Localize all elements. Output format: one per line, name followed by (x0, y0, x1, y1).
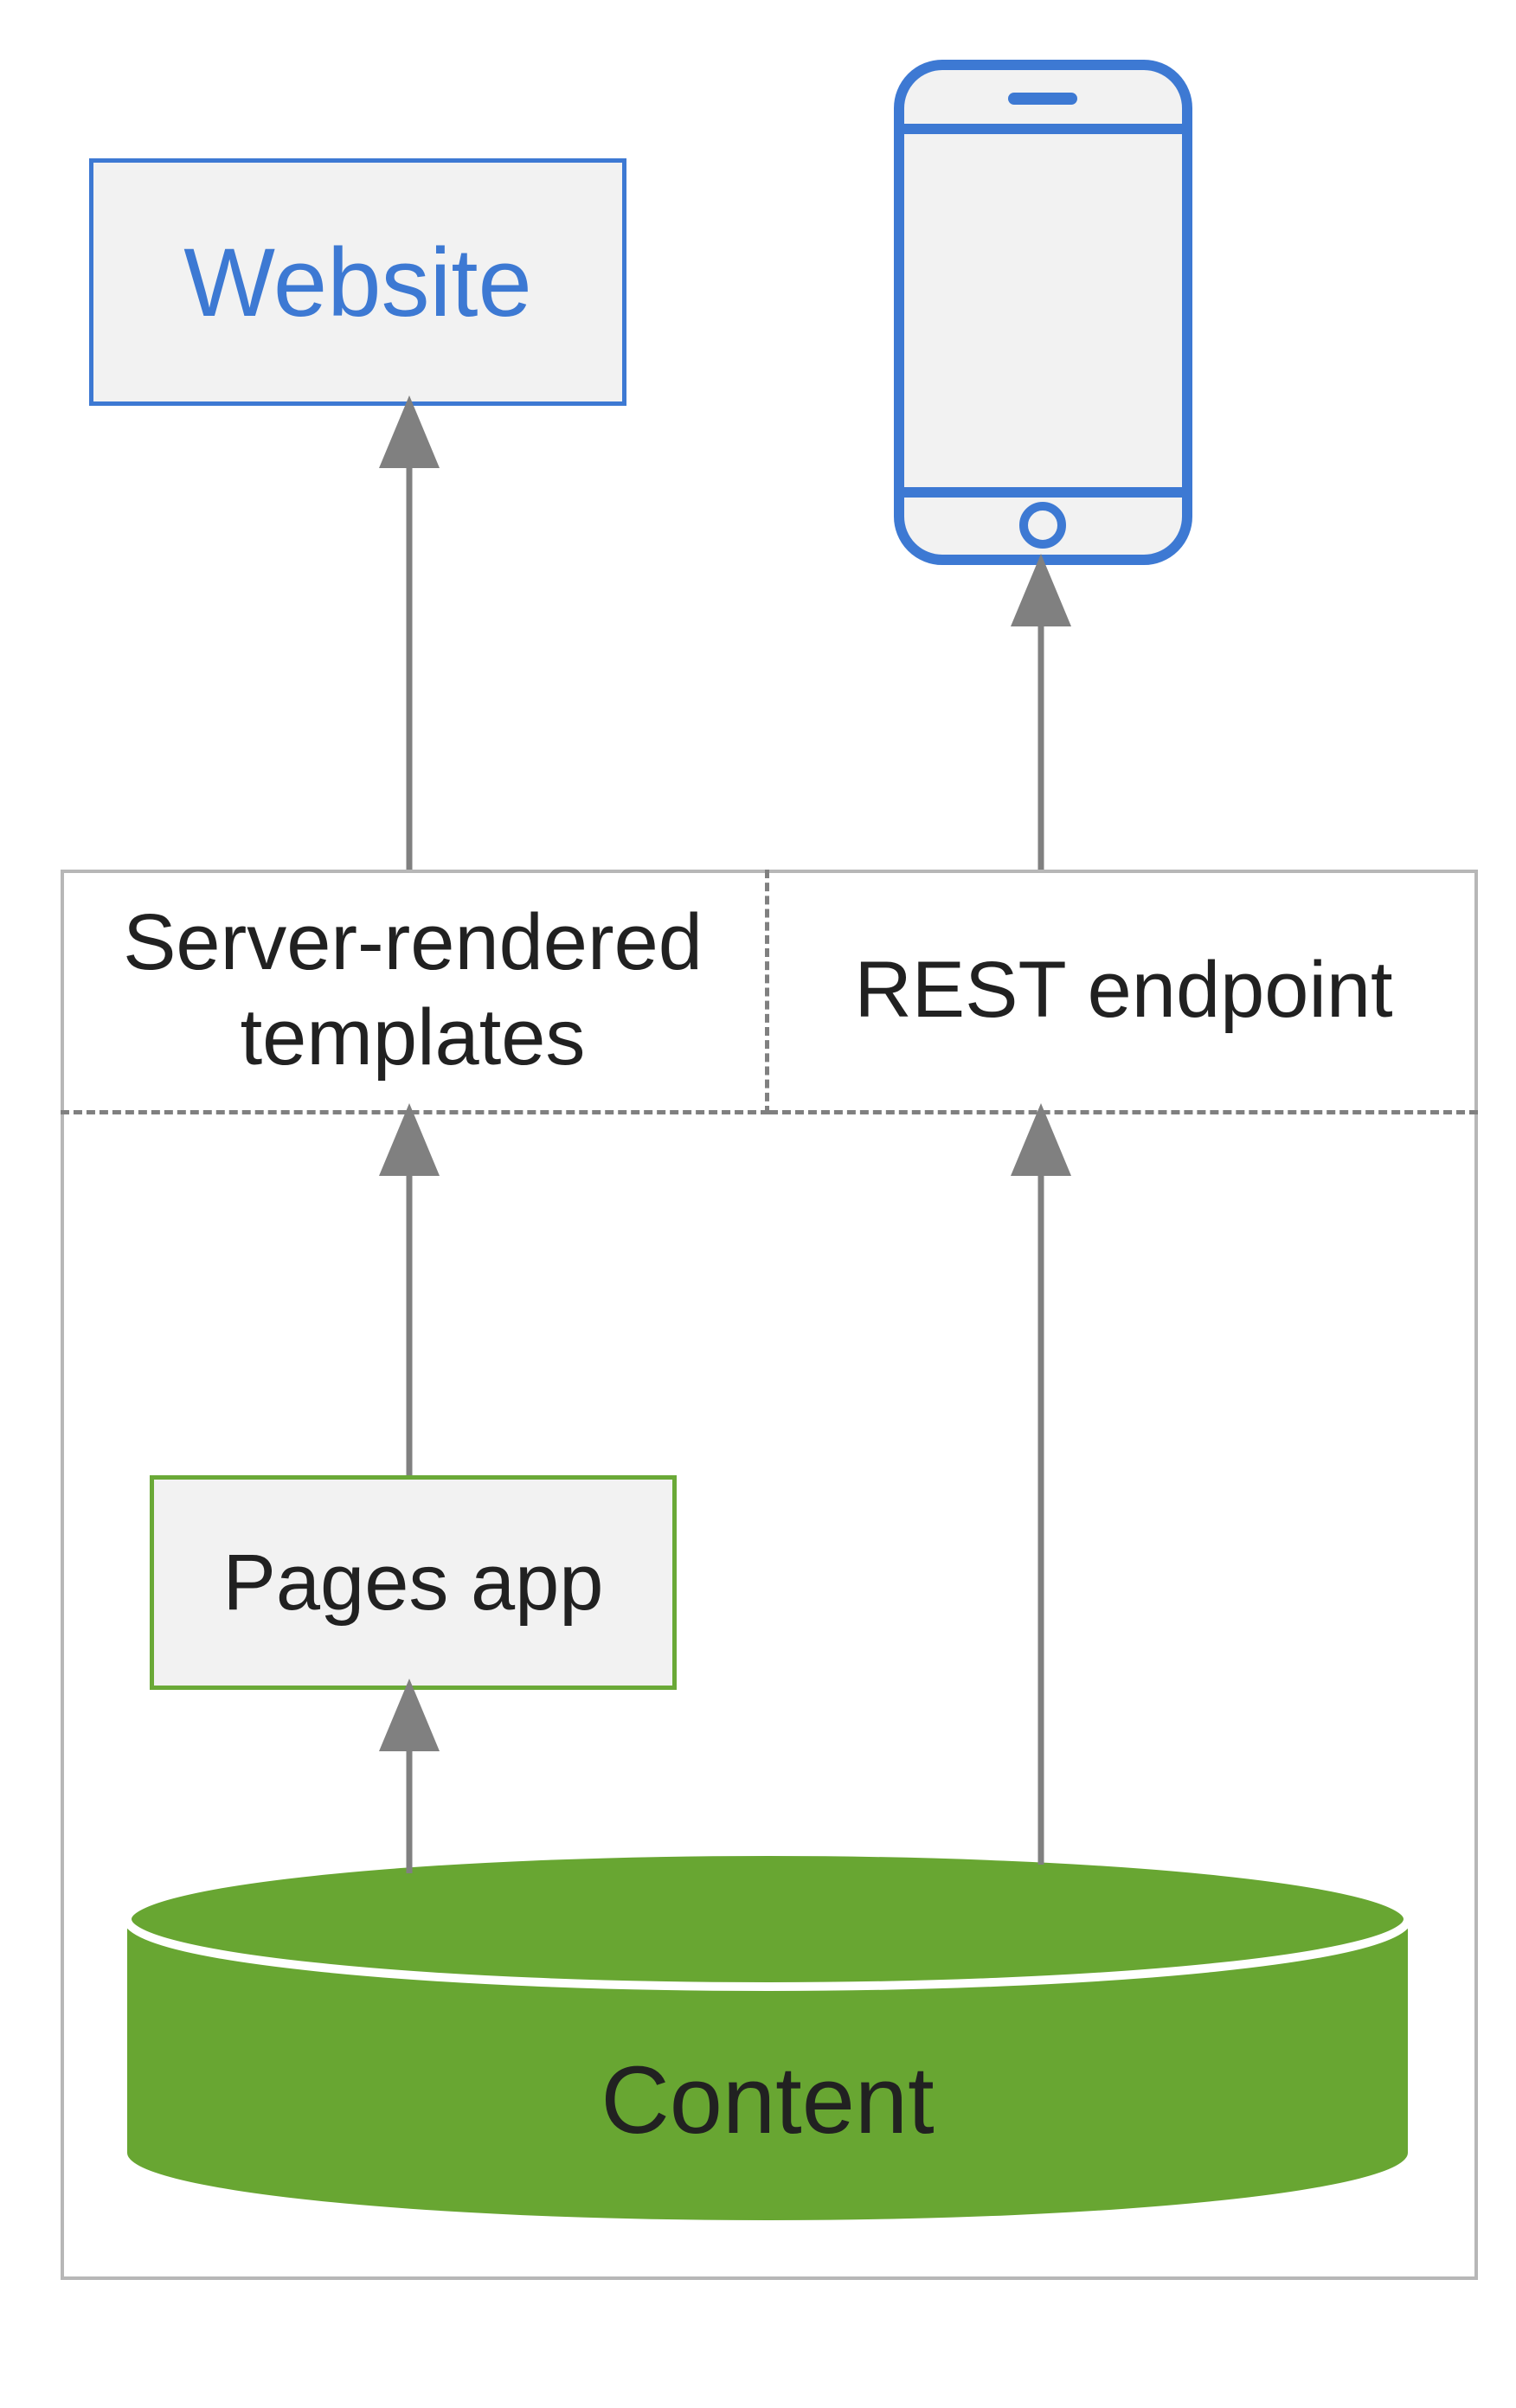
diagram-canvas: Website Server-rendered templates REST e… (0, 0, 1516, 2408)
